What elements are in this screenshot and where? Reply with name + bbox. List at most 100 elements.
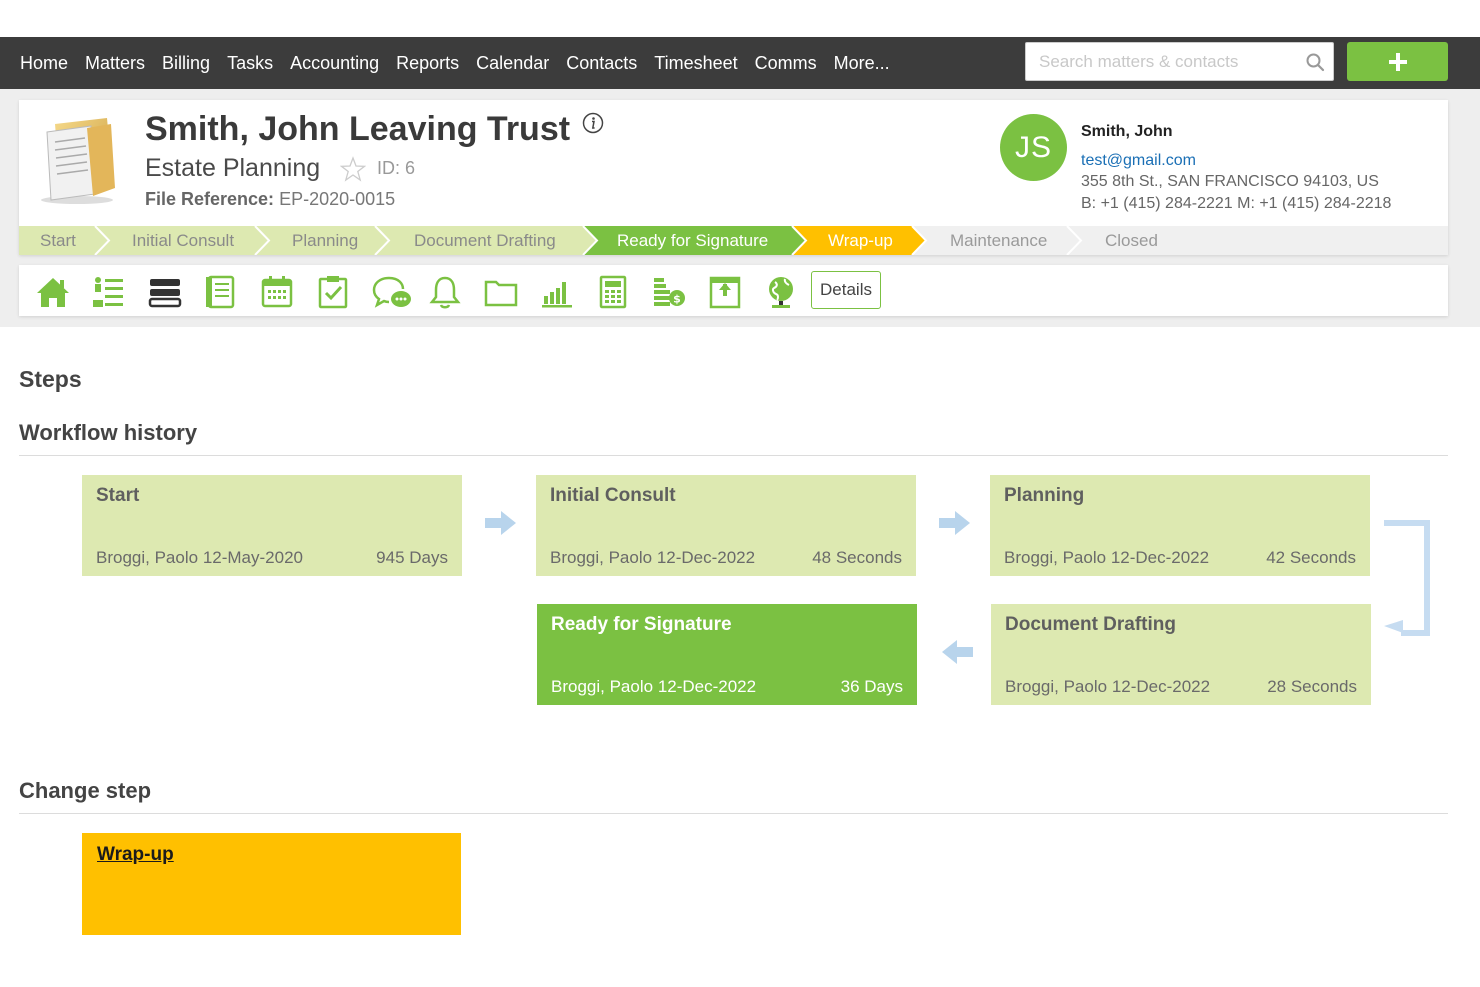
stage-start-label[interactable]: Start xyxy=(40,231,76,251)
contact-name[interactable]: Smith, John xyxy=(1081,123,1173,141)
workflow-step-meta: Broggi, Paolo 12-Dec-2022 xyxy=(1005,677,1210,697)
workflow-step-name: Document Drafting xyxy=(1005,614,1176,635)
export-icon[interactable] xyxy=(707,274,743,310)
change-step-wrap-up-link[interactable]: Wrap-up xyxy=(97,844,174,866)
workflow-step-date: 12-May-2020 xyxy=(202,548,303,567)
folder-icon xyxy=(41,118,115,204)
contact-email-link[interactable]: test@gmail.com xyxy=(1081,152,1196,170)
workflow-step-planning: Planning Broggi, Paolo 12-Dec-2022 42 Se… xyxy=(990,475,1370,576)
nav-reports[interactable]: Reports xyxy=(396,53,459,74)
workflow-step-duration: 36 Days xyxy=(840,677,903,696)
stack-icon[interactable] xyxy=(147,274,183,310)
stage-ready-for-signature-label[interactable]: Ready for Signature xyxy=(617,231,768,251)
top-gap xyxy=(0,0,1480,37)
workflow-step-meta: Broggi, Paolo 12-Dec-2022 xyxy=(551,677,756,697)
stage-progress-bar: Start Initial Consult Planning Document … xyxy=(19,226,1448,255)
nav-menu: Home Matters Billing Tasks Accounting Re… xyxy=(20,37,907,89)
search-box xyxy=(1025,42,1334,81)
file-reference-value: EP-2020-0015 xyxy=(274,189,396,209)
change-step-heading: Change step xyxy=(19,778,152,803)
workflow-step-initial-consult: Initial Consult Broggi, Paolo 12-Dec-202… xyxy=(536,475,916,576)
nav-matters[interactable]: Matters xyxy=(85,53,145,74)
stage-planning-label[interactable]: Planning xyxy=(292,231,358,251)
stage-closed-label[interactable]: Closed xyxy=(1105,231,1158,251)
nav-billing[interactable]: Billing xyxy=(162,53,210,74)
chat-icon[interactable] xyxy=(371,274,413,310)
nav-tasks[interactable]: Tasks xyxy=(227,53,273,74)
workflow-step-date: 12-Dec-2022 xyxy=(656,548,756,567)
workflow-step-user: Broggi, Paolo xyxy=(551,677,654,696)
workflow-step-duration: 42 Seconds xyxy=(1266,548,1356,567)
calendar-icon[interactable] xyxy=(259,274,295,310)
plus-icon xyxy=(1388,52,1407,71)
workflow-step-meta: Broggi, Paolo 12-May-2020 xyxy=(96,548,303,568)
info-icon[interactable] xyxy=(582,112,604,134)
workflow-step-meta: Broggi, Paolo 12-Dec-2022 xyxy=(550,548,755,568)
arrow-right-icon xyxy=(939,511,970,535)
workflow-step-name: Ready for Signature xyxy=(551,614,732,635)
file-reference-label: File Reference: xyxy=(145,189,275,209)
workflow-step-duration: 28 Seconds xyxy=(1267,677,1357,696)
search-icon[interactable] xyxy=(1305,52,1325,72)
workflow-step-duration: 945 Days xyxy=(376,548,448,567)
folder-open-icon[interactable] xyxy=(483,274,519,310)
workflow-step-name: Start xyxy=(96,485,140,506)
arrow-turn-down-icon xyxy=(1384,520,1430,636)
arrow-left-icon xyxy=(942,640,973,664)
contact-avatar[interactable]: JS xyxy=(1000,114,1067,181)
star-icon[interactable] xyxy=(340,156,366,182)
nav-comms[interactable]: Comms xyxy=(755,53,817,74)
matter-toolbar: $ Details xyxy=(19,265,1448,316)
arrow-right-icon xyxy=(485,511,516,535)
notes-icon[interactable] xyxy=(203,274,239,310)
file-reference: File Reference: EP-2020-0015 xyxy=(145,189,395,210)
details-button[interactable]: Details xyxy=(811,271,881,309)
matter-title: Smith, John Leaving Trust xyxy=(145,110,571,148)
workflow-step-user: Broggi, Paolo xyxy=(1005,677,1108,696)
nav-contacts[interactable]: Contacts xyxy=(566,53,637,74)
stage-initial-consult-label[interactable]: Initial Consult xyxy=(132,231,234,251)
workflow-step-user: Broggi, Paolo xyxy=(96,548,199,567)
task-check-icon[interactable] xyxy=(315,274,351,310)
change-step-divider xyxy=(19,813,1448,814)
workflow-step-date: 12-Dec-2022 xyxy=(1111,677,1211,696)
nav-timesheet[interactable]: Timesheet xyxy=(654,53,737,74)
nav-home[interactable]: Home xyxy=(20,53,68,74)
globe-icon[interactable] xyxy=(763,274,799,310)
workflow-step-start: Start Broggi, Paolo 12-May-2020 945 Days xyxy=(82,475,462,576)
nav-calendar[interactable]: Calendar xyxy=(476,53,549,74)
nav-accounting[interactable]: Accounting xyxy=(290,53,379,74)
stage-wrap-up-label[interactable]: Wrap-up xyxy=(828,231,893,251)
list-icon[interactable] xyxy=(91,274,127,310)
add-new-button[interactable] xyxy=(1347,42,1448,81)
workflow-step-ready-for-signature: Ready for Signature Broggi, Paolo 12-Dec… xyxy=(537,604,917,705)
workflow-divider xyxy=(19,455,1448,456)
workflow-step-duration: 48 Seconds xyxy=(812,548,902,567)
workflow-step-name: Initial Consult xyxy=(550,485,676,506)
matter-type: Estate Planning xyxy=(145,154,321,182)
matter-id: ID: 6 xyxy=(377,158,416,178)
billing-coins-icon[interactable]: $ xyxy=(651,274,687,310)
bell-icon[interactable] xyxy=(427,274,463,310)
stage-document-drafting-label[interactable]: Document Drafting xyxy=(414,231,556,251)
bar-chart-icon[interactable] xyxy=(539,274,575,310)
workflow-step-user: Broggi, Paolo xyxy=(550,548,653,567)
workflow-history-heading: Workflow history xyxy=(19,420,198,445)
contact-address: 355 8th St., SAN FRANCISCO 94103, US xyxy=(1081,173,1379,190)
workflow-step-meta: Broggi, Paolo 12-Dec-2022 xyxy=(1004,548,1209,568)
workflow-step-name: Planning xyxy=(1004,485,1085,506)
svg-text:$: $ xyxy=(673,293,681,306)
top-navbar: Home Matters Billing Tasks Accounting Re… xyxy=(0,37,1480,89)
stage-maintenance-label[interactable]: Maintenance xyxy=(950,231,1047,251)
search-input[interactable] xyxy=(1039,43,1299,80)
steps-heading: Steps xyxy=(19,366,82,392)
calculator-icon[interactable] xyxy=(595,274,631,310)
contact-phone: B: +1 (415) 284-2221 M: +1 (415) 284-221… xyxy=(1081,195,1392,212)
change-step-card[interactable]: Wrap-up xyxy=(82,833,461,935)
nav-more[interactable]: More... xyxy=(834,53,890,74)
workflow-step-date: 12-Dec-2022 xyxy=(657,677,757,696)
workflow-step-document-drafting: Document Drafting Broggi, Paolo 12-Dec-2… xyxy=(991,604,1371,705)
workflow-step-date: 12-Dec-2022 xyxy=(1110,548,1210,567)
home-icon[interactable] xyxy=(35,274,71,310)
workflow-step-user: Broggi, Paolo xyxy=(1004,548,1107,567)
